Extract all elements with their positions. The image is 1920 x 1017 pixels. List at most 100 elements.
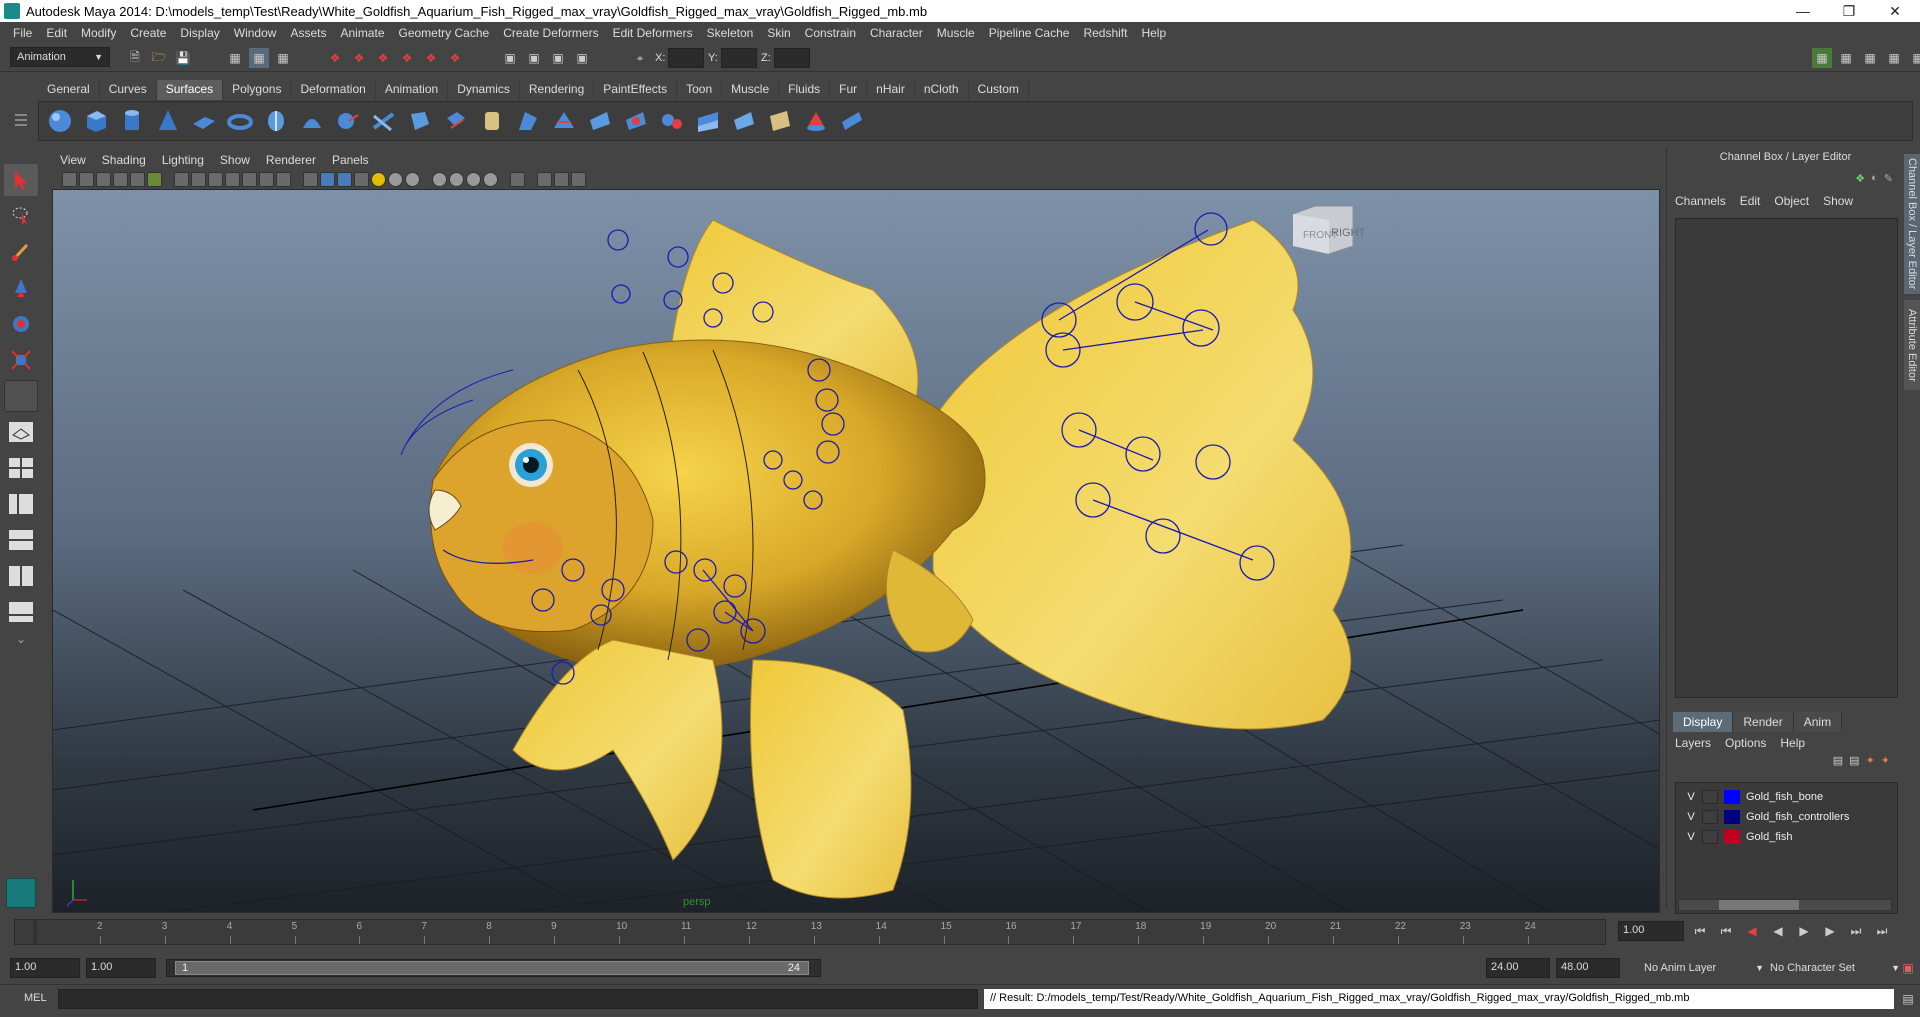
menu-help[interactable]: Help bbox=[1134, 26, 1173, 40]
layer-row[interactable]: V Gold_fish bbox=[1676, 827, 1897, 847]
scene-end-field[interactable]: 48.00 bbox=[1556, 958, 1620, 978]
snap-grid-icon[interactable]: ❖ bbox=[325, 48, 345, 68]
layer-type-toggle[interactable] bbox=[1702, 790, 1718, 804]
shelf-tab-polygons[interactable]: Polygons bbox=[223, 80, 292, 100]
planar-icon[interactable] bbox=[441, 106, 471, 136]
step-forward-frame-icon[interactable]: ▶ bbox=[1820, 921, 1840, 941]
isolate-select-icon[interactable] bbox=[510, 171, 525, 187]
panel-menu-show[interactable]: Show bbox=[212, 153, 258, 167]
shelf-tab-ncloth[interactable]: nCloth bbox=[914, 80, 969, 100]
menu-constrain[interactable]: Constrain bbox=[798, 26, 863, 40]
outliner-layout-icon[interactable] bbox=[4, 488, 38, 520]
rebuild-icon[interactable] bbox=[837, 106, 867, 136]
time-ruler[interactable]: 123456789101112131415161718192021222324 bbox=[14, 919, 1606, 945]
tool-settings-toggle-icon[interactable]: ▦ bbox=[1860, 48, 1880, 68]
new-layer-selected-icon[interactable]: ✦ bbox=[1881, 754, 1890, 770]
layer-color-swatch[interactable] bbox=[1724, 830, 1740, 844]
new-layer-icon[interactable]: ✦ bbox=[1866, 754, 1875, 770]
snap-curve-icon[interactable]: ❖ bbox=[349, 48, 369, 68]
layout-toggle-icon[interactable]: ▦ bbox=[1908, 48, 1920, 68]
play-forward-icon[interactable]: ▶ bbox=[1794, 921, 1814, 941]
wireframe-icon[interactable] bbox=[303, 171, 318, 187]
step-forward-key-icon[interactable]: ⏭ bbox=[1846, 921, 1866, 941]
graph-editor-layout-icon[interactable] bbox=[4, 524, 38, 556]
project-curve-icon[interactable] bbox=[585, 106, 615, 136]
show-menu[interactable]: Show bbox=[1823, 194, 1853, 208]
menu-redshift[interactable]: Redshift bbox=[1076, 26, 1134, 40]
menu-create[interactable]: Create bbox=[123, 26, 173, 40]
channels-menu[interactable]: Channels bbox=[1675, 194, 1726, 208]
intersect-icon[interactable] bbox=[549, 106, 579, 136]
menu-window[interactable]: Window bbox=[227, 26, 284, 40]
render-frame-icon[interactable]: ▣ bbox=[524, 48, 544, 68]
render-view-icon[interactable]: ▣ bbox=[500, 48, 520, 68]
snap-surface-icon[interactable]: ❖ bbox=[421, 48, 441, 68]
tab-anim[interactable]: Anim bbox=[1793, 712, 1843, 732]
panel-menu-shading[interactable]: Shading bbox=[94, 153, 154, 167]
layer-visibility-toggle[interactable]: V bbox=[1684, 831, 1698, 843]
character-set-dropdown[interactable]: No Character Set ▼ bbox=[1770, 958, 1900, 978]
layer-scrollbar[interactable] bbox=[1678, 899, 1892, 911]
shelf-tab-fur[interactable]: Fur bbox=[830, 80, 868, 100]
transform-input-icon[interactable]: ⌖ bbox=[630, 48, 650, 68]
modeling-toolkit-icon[interactable]: ▦ bbox=[1812, 48, 1832, 68]
menu-edit[interactable]: Edit bbox=[39, 26, 74, 40]
image-plane-icon[interactable] bbox=[113, 171, 128, 187]
channel-box-area[interactable] bbox=[1675, 218, 1898, 698]
snap-magnet-icon[interactable]: ❖ bbox=[445, 48, 465, 68]
bookmark-icon[interactable] bbox=[96, 171, 111, 187]
panel-menu-renderer[interactable]: Renderer bbox=[258, 153, 324, 167]
step-back-frame-icon[interactable]: ◀ bbox=[1742, 921, 1762, 941]
channel-box-sync-icon[interactable]: ◐ bbox=[1871, 172, 1878, 186]
go-to-start-icon[interactable]: ⏮ bbox=[1690, 921, 1710, 941]
options-menu[interactable]: Options bbox=[1725, 736, 1766, 750]
channel-box-toggle-icon[interactable]: ▦ bbox=[1884, 48, 1904, 68]
layer-color-swatch[interactable] bbox=[1724, 790, 1740, 804]
save-scene-icon[interactable]: 💾 bbox=[173, 48, 193, 68]
move-layer-down-icon[interactable]: ▤ bbox=[1849, 754, 1859, 770]
revolve-icon[interactable] bbox=[261, 106, 291, 136]
grid-toggle-icon[interactable] bbox=[174, 171, 189, 187]
xray-icon[interactable] bbox=[537, 171, 552, 187]
loft-icon[interactable] bbox=[297, 106, 327, 136]
detach-icon[interactable] bbox=[729, 106, 759, 136]
menu-edit-deformers[interactable]: Edit Deformers bbox=[606, 26, 700, 40]
ipr-render-icon[interactable]: ▣ bbox=[548, 48, 568, 68]
rotate-tool-icon[interactable] bbox=[4, 308, 38, 340]
layer-visibility-toggle[interactable]: V bbox=[1684, 811, 1698, 823]
scale-tool-icon[interactable] bbox=[4, 344, 38, 376]
shadows-icon[interactable] bbox=[388, 171, 403, 187]
open-scene-icon[interactable]: 🗁 bbox=[149, 48, 169, 68]
hud-toggle-icon[interactable] bbox=[571, 171, 586, 187]
untrim-icon[interactable] bbox=[657, 106, 687, 136]
menu-create-deformers[interactable]: Create Deformers bbox=[496, 26, 605, 40]
go-to-end-icon[interactable]: ⏭ bbox=[1872, 921, 1892, 941]
menu-skin[interactable]: Skin bbox=[760, 26, 797, 40]
menu-file[interactable]: File bbox=[6, 26, 39, 40]
xray-joints-icon[interactable] bbox=[147, 171, 162, 187]
menu-character[interactable]: Character bbox=[863, 26, 930, 40]
nurbs-cylinder-icon[interactable] bbox=[117, 106, 147, 136]
scene-start-field[interactable]: 1.00 bbox=[10, 958, 80, 978]
film-gate-icon[interactable] bbox=[191, 171, 206, 187]
sculpt-icon[interactable] bbox=[801, 106, 831, 136]
move-layer-up-icon[interactable]: ▤ bbox=[1833, 754, 1843, 770]
layer-color-swatch[interactable] bbox=[1724, 810, 1740, 824]
perspective-viewport[interactable]: FRONT RIGHT persp bbox=[52, 189, 1660, 913]
safe-title-icon[interactable] bbox=[276, 171, 291, 187]
script-editor-icon[interactable]: ▤ bbox=[1898, 989, 1918, 1009]
grease-pencil-icon[interactable] bbox=[130, 171, 145, 187]
tab-render[interactable]: Render bbox=[1733, 712, 1794, 732]
y-input[interactable] bbox=[721, 48, 757, 68]
extrude-icon[interactable] bbox=[333, 106, 363, 136]
four-view-layout-icon[interactable] bbox=[4, 452, 38, 484]
script-editor-layout-icon[interactable] bbox=[4, 596, 38, 628]
playback-end-field[interactable]: 24.00 bbox=[1486, 958, 1550, 978]
object-menu[interactable]: Object bbox=[1774, 194, 1809, 208]
smooth-shade-icon[interactable] bbox=[320, 171, 335, 187]
shelf-options-icon[interactable] bbox=[14, 80, 28, 140]
boundary-icon[interactable] bbox=[405, 106, 435, 136]
shelf-tab-curves[interactable]: Curves bbox=[99, 80, 157, 100]
gate-mask-icon[interactable] bbox=[225, 171, 240, 187]
move-tool-icon[interactable] bbox=[4, 272, 38, 304]
